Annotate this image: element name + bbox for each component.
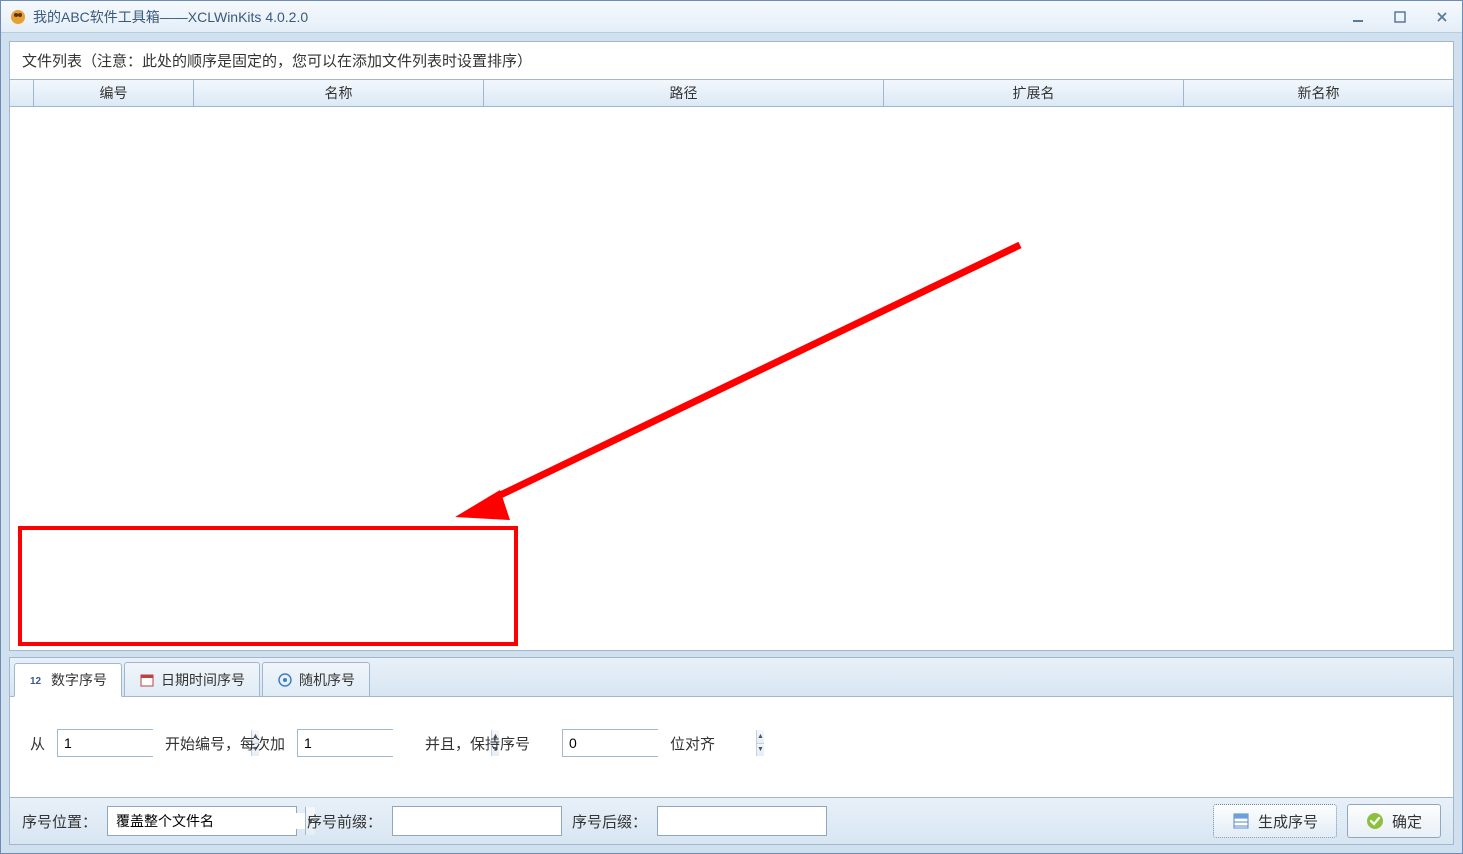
tab-label: 日期时间序号 [161,670,245,690]
minimize-button[interactable] [1346,8,1370,26]
number-icon: 12 [29,672,45,688]
position-combo[interactable]: ▼ [107,806,297,836]
label-from: 从 [30,733,45,754]
align-input[interactable]: ▲ ▼ [562,729,658,757]
tab-label: 数字序号 [51,670,107,690]
suffix-input[interactable] [657,806,827,836]
label-start: 开始编号，每次加 [165,733,285,754]
numeric-sequence-content: 从 ▲ ▼ 开始编号，每次加 ▲ ▼ [10,697,1453,797]
app-icon [9,8,27,26]
window-title: 我的ABC软件工具箱——XCLWinKits 4.0.2.0 [33,7,1346,27]
table-header: 编号 名称 路径 扩展名 新名称 [10,79,1453,107]
tab-strip: 12 数字序号 日期时间序号 随机序号 [10,658,1453,697]
random-icon [277,672,293,688]
grid-icon [1232,812,1250,830]
tab-datetime-sequence[interactable]: 日期时间序号 [124,662,260,696]
app-window: 我的ABC软件工具箱——XCLWinKits 4.0.2.0 文件列表（注意：此… [0,0,1463,854]
prefix-input[interactable] [392,806,562,836]
client-area: 文件列表（注意：此处的顺序是固定的，您可以在添加文件列表时设置排序） 编号 名称… [1,33,1462,853]
align-field[interactable] [563,730,756,756]
tab-numeric-sequence[interactable]: 12 数字序号 [14,663,122,697]
label-position: 序号位置： [22,811,97,832]
maximize-button[interactable] [1388,8,1412,26]
generate-button[interactable]: 生成序号 [1213,804,1337,838]
file-list-note: 文件列表（注意：此处的顺序是固定的，您可以在添加文件列表时设置排序） [10,42,1453,79]
generate-label: 生成序号 [1258,811,1318,832]
ok-button[interactable]: 确定 [1347,804,1441,838]
column-header-name[interactable]: 名称 [194,80,484,106]
window-controls [1346,8,1454,26]
tab-random-sequence[interactable]: 随机序号 [262,662,370,696]
label-prefix: 序号前缀： [307,811,382,832]
tab-label: 随机序号 [299,670,355,690]
spin-up-icon[interactable]: ▲ [757,730,764,744]
row-selector-header[interactable] [10,80,34,106]
spin-down-icon[interactable]: ▼ [757,744,764,757]
column-header-id[interactable]: 编号 [34,80,194,106]
column-header-ext[interactable]: 扩展名 [884,80,1184,106]
label-suffix: 序号后缀： [572,811,647,832]
label-keep: 并且，保持序号 [425,733,530,754]
start-number-input[interactable]: ▲ ▼ [57,729,153,757]
ok-label: 确定 [1392,811,1422,832]
titlebar: 我的ABC软件工具箱——XCLWinKits 4.0.2.0 [1,1,1462,33]
check-icon [1366,812,1384,830]
label-align: 位对齐 [670,733,715,754]
table-body[interactable] [10,107,1453,650]
step-input[interactable]: ▲ ▼ [297,729,393,757]
sequence-panel: 12 数字序号 日期时间序号 随机序号 从 [9,657,1454,845]
file-list-panel: 文件列表（注意：此处的顺序是固定的，您可以在添加文件列表时设置排序） 编号 名称… [9,41,1454,651]
bottom-bar: 序号位置： ▼ 序号前缀： 序号后缀： 生成序号 确定 [9,797,1454,845]
calendar-icon [139,672,155,688]
close-button[interactable] [1430,8,1454,26]
svg-text:12: 12 [30,676,42,686]
position-field[interactable] [108,813,305,829]
column-header-newname[interactable]: 新名称 [1184,80,1453,106]
column-header-path[interactable]: 路径 [484,80,884,106]
